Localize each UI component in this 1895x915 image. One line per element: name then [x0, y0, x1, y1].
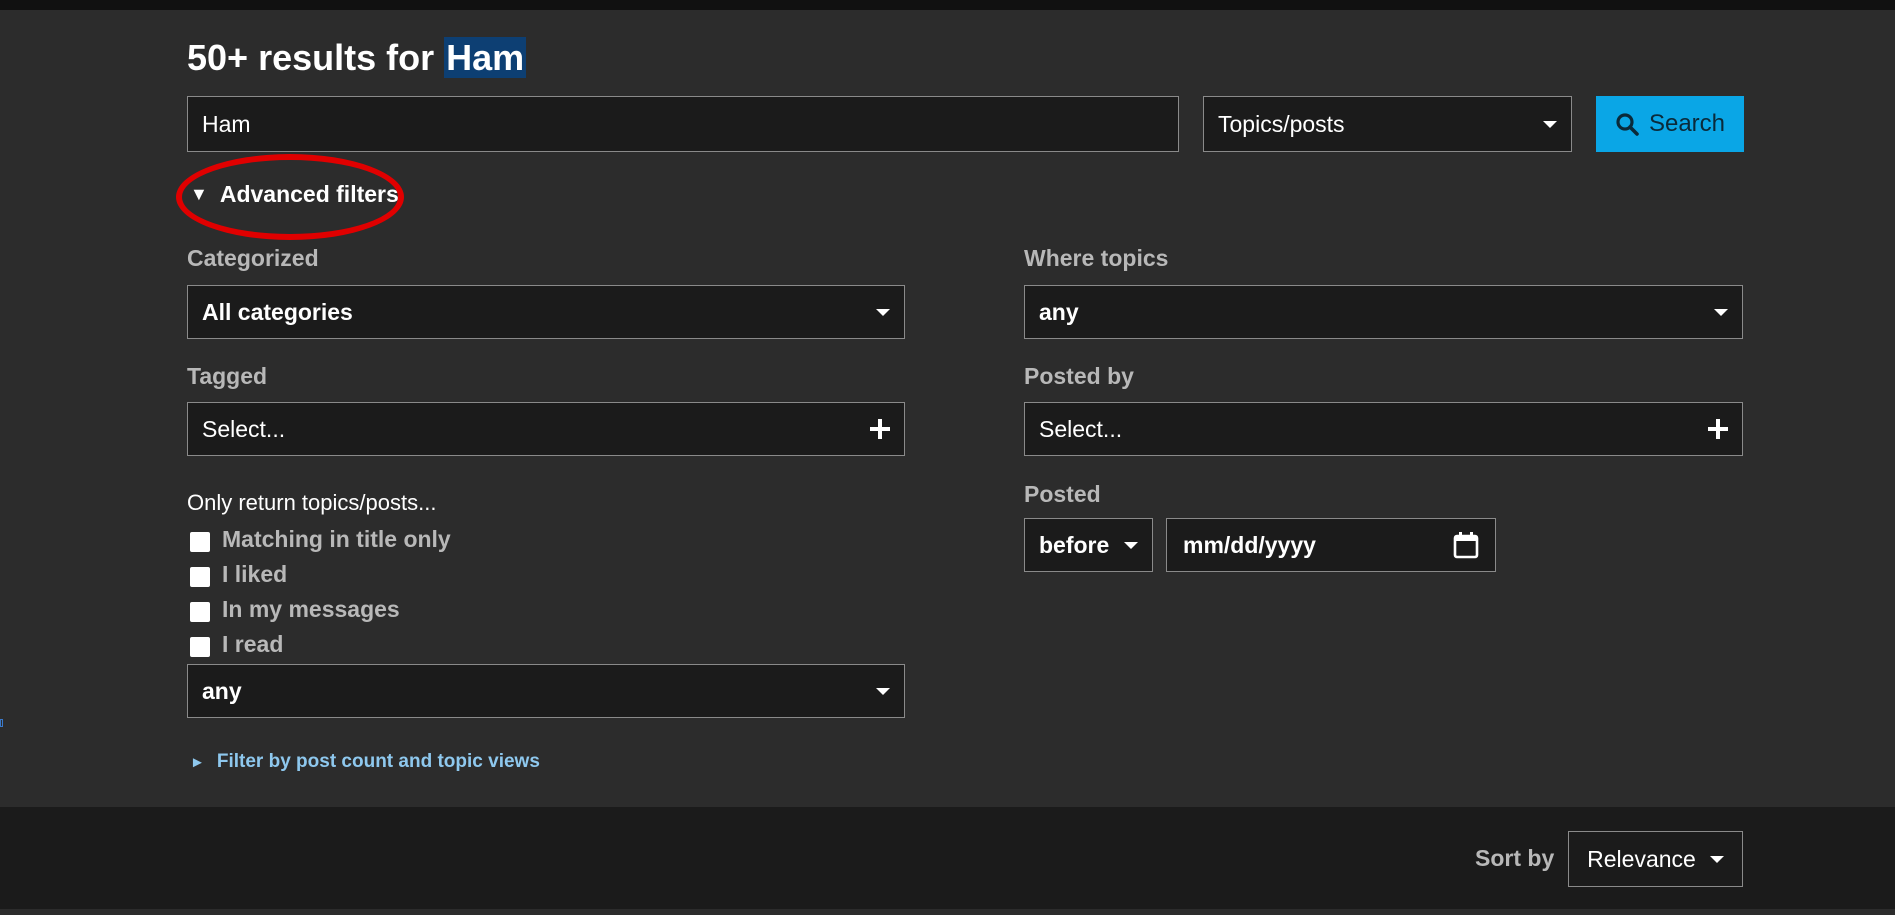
checkbox-label: I read: [222, 631, 284, 657]
tags-select-placeholder: Select...: [202, 415, 286, 442]
search-input[interactable]: Ham: [187, 96, 1179, 152]
only-return-label: Only return topics/posts...: [187, 490, 437, 515]
triangle-right-icon: ►: [190, 753, 205, 771]
side-marker: [0, 719, 3, 727]
posted-date-input[interactable]: mm/dd/yyyy: [1166, 518, 1496, 572]
checkbox[interactable]: [190, 601, 210, 622]
where-topics-label: Where topics: [1024, 245, 1169, 271]
checkbox-i-liked[interactable]: I liked: [190, 561, 287, 588]
checkbox[interactable]: [190, 531, 210, 552]
posted-when-select[interactable]: before: [1024, 518, 1153, 572]
checkbox-label: I liked: [222, 561, 288, 587]
checkbox-i-read[interactable]: I read: [190, 631, 283, 658]
checkbox[interactable]: [190, 566, 210, 587]
category-select[interactable]: All categories: [187, 285, 905, 339]
sort-by-label: Sort by: [1475, 845, 1555, 871]
page-title: 50+ results for Ham: [187, 34, 527, 82]
post-count-filter-label: Filter by post count and topic views: [216, 751, 540, 772]
posted-date-placeholder: mm/dd/yyyy: [1183, 531, 1316, 558]
only-return-select-value: any: [202, 677, 242, 704]
tags-select[interactable]: Select...: [187, 402, 905, 456]
search-button-label: Search: [1648, 110, 1726, 137]
plus-icon: [870, 419, 890, 439]
only-return-select[interactable]: any: [187, 664, 905, 718]
annotation-circle: [176, 154, 404, 240]
checkbox-title-only[interactable]: Matching in title only: [190, 526, 451, 553]
plus-icon: [1708, 419, 1728, 439]
caret-down-icon: [1124, 541, 1138, 549]
where-topics-value: any: [1039, 298, 1079, 325]
posted-by-placeholder: Select...: [1039, 415, 1123, 442]
checkbox-label: Matching in title only: [222, 526, 451, 552]
calendar-icon[interactable]: [1453, 531, 1479, 559]
search-type-select[interactable]: Topics/posts: [1203, 96, 1572, 152]
sort-select-value: Relevance: [1587, 845, 1696, 872]
checkbox-label: In my messages: [222, 596, 400, 622]
window-top-edge: [0, 0, 1895, 10]
window-bottom-edge: [0, 909, 1895, 915]
posted-by-label: Posted by: [1024, 363, 1134, 389]
post-count-filter-toggle[interactable]: ► Filter by post count and topic views: [190, 751, 540, 773]
caret-down-icon: [876, 308, 890, 316]
search-input-value: Ham: [202, 110, 251, 137]
posted-label: Posted: [1024, 481, 1101, 507]
caret-down-icon: [876, 687, 890, 695]
categorized-label: Categorized: [187, 245, 319, 271]
search-button[interactable]: Search: [1596, 96, 1744, 152]
results-count-text: 50+ results for: [187, 37, 435, 78]
search-icon: [1616, 113, 1639, 136]
caret-down-icon: [1714, 308, 1728, 316]
posted-by-select[interactable]: Select...: [1024, 402, 1743, 456]
category-select-value: All categories: [202, 298, 353, 325]
checkbox[interactable]: [190, 636, 210, 657]
checkbox-in-my-messages[interactable]: In my messages: [190, 596, 400, 623]
search-type-value: Topics/posts: [1218, 110, 1345, 137]
caret-down-icon: [1543, 120, 1557, 128]
caret-down-icon: [1709, 855, 1724, 863]
where-topics-select[interactable]: any: [1024, 285, 1743, 339]
sort-select[interactable]: Relevance: [1568, 831, 1743, 887]
posted-when-value: before: [1039, 531, 1110, 558]
tagged-label: Tagged: [187, 363, 268, 389]
search-term-highlight: Ham: [444, 37, 527, 78]
